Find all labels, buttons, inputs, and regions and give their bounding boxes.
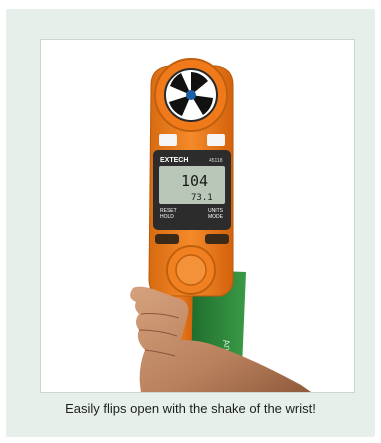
svg-text:MODE: MODE bbox=[208, 214, 224, 220]
anemometer-illustration: Anemometer EXTECH 45118 bbox=[130, 58, 311, 392]
product-photo: Anemometer EXTECH 45118 bbox=[40, 39, 355, 393]
right-button[interactable] bbox=[205, 234, 229, 244]
lcd-sub-reading: 73.1 bbox=[191, 193, 213, 203]
left-clip bbox=[159, 134, 177, 146]
model-label: 45118 bbox=[209, 158, 223, 164]
left-button[interactable] bbox=[155, 234, 179, 244]
figure-card: Anemometer EXTECH 45118 bbox=[6, 9, 375, 437]
lcd-main-reading: 104 bbox=[181, 172, 208, 190]
svg-text:HOLD: HOLD bbox=[160, 214, 174, 220]
right-clip bbox=[207, 134, 225, 146]
brand-label: EXTECH bbox=[160, 157, 188, 164]
figure-caption: Easily flips open with the shake of the … bbox=[65, 401, 316, 416]
